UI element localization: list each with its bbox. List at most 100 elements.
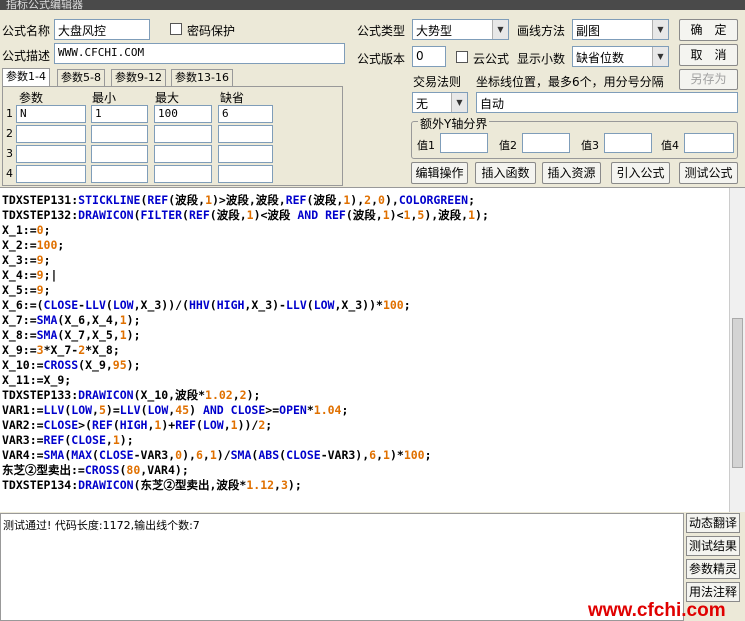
param-header-name: 参数 — [19, 91, 44, 105]
code-token: CLOSE — [71, 433, 106, 447]
usage-notes-button[interactable]: 用法注释 — [686, 582, 740, 602]
draw-select[interactable]: 副图 ▼ — [572, 19, 669, 40]
code-token: ); — [246, 388, 261, 402]
param-max-input[interactable] — [154, 145, 212, 163]
code-token: ),波段, — [424, 208, 469, 222]
param-min-input[interactable]: 1 — [91, 105, 148, 123]
param-name-input[interactable] — [16, 125, 86, 143]
code-token: ,X_3)- — [244, 298, 286, 312]
cancel-button[interactable]: 取 消 — [679, 44, 738, 66]
param-name-input[interactable] — [16, 145, 86, 163]
code-line: VAR2:=CLOSE>(REF(HIGH,1)+REF(LOW,1))/2; — [2, 418, 272, 433]
code-token: REF — [285, 193, 307, 207]
code-token: ( — [209, 298, 217, 312]
params-panel: 参数 最小 最大 缺省 1 N 1 100 6 2 3 4 — [2, 86, 343, 186]
code-token: (X_10,波段* — [133, 388, 206, 402]
param-min-input[interactable] — [91, 145, 148, 163]
code-token: 1.02 — [205, 388, 233, 402]
code-line: X_8:=SMA(X_7,X_5,1); — [2, 328, 141, 343]
name-input[interactable]: 大盘风控 — [54, 19, 150, 40]
test-status-text: 测试通过! 代码长度:1172,输出线个数:7 — [3, 519, 200, 532]
code-token: 东芝②型卖出:= — [2, 463, 85, 477]
param-default-input[interactable] — [218, 145, 273, 163]
test-result-button[interactable]: 测试结果 — [686, 536, 740, 556]
dynamic-translate-button[interactable]: 动态翻译 — [686, 513, 740, 533]
tab-params-5-8[interactable]: 参数5-8 — [57, 69, 105, 87]
edit-button[interactable]: 编辑操作 — [411, 162, 468, 184]
code-token: LOW — [202, 418, 224, 432]
param-max-input[interactable] — [154, 165, 212, 183]
tab-params-9-12[interactable]: 参数9-12 — [111, 69, 166, 87]
code-line: TDXSTEP132:DRAWICON(FILTER(REF(波段,1)<波段 … — [2, 208, 489, 223]
code-token: CLOSE — [230, 403, 266, 417]
code-token: HIGH — [119, 418, 148, 432]
code-token: TDXSTEP131: — [2, 193, 79, 207]
code-token: >( — [78, 418, 93, 432]
y-value2-input[interactable] — [522, 133, 570, 153]
code-token: ( — [306, 298, 314, 312]
code-token: 1 — [246, 208, 254, 222]
param-max-input[interactable] — [154, 125, 212, 143]
password-checkbox[interactable] — [170, 23, 182, 35]
code-token: 1 — [205, 193, 212, 207]
code-token: SMA — [43, 448, 65, 462]
code-token: X_11:=X_9; — [2, 373, 72, 387]
param-default-input[interactable] — [218, 165, 273, 183]
code-token: ,X_3))* — [334, 298, 383, 312]
decimal-select[interactable]: 缺省位数 ▼ — [572, 46, 669, 67]
test-output-panel: 测试通过! 代码长度:1172,输出线个数:7 — [0, 513, 684, 621]
insert-resource-button[interactable]: 插入资源 — [542, 162, 601, 184]
test-formula-button[interactable]: 测试公式 — [679, 162, 738, 184]
code-editor[interactable]: TDXSTEP131:STICKLINE(REF(波段,1)>波段,波段,REF… — [0, 187, 745, 512]
param-default-input[interactable]: 6 — [218, 105, 273, 123]
code-token: 3 — [36, 343, 44, 357]
editor-scrollbar[interactable] — [729, 188, 745, 512]
type-select[interactable]: 大势型 ▼ — [412, 19, 509, 40]
param-max-input[interactable]: 100 — [154, 105, 212, 123]
y-value4-input[interactable] — [684, 133, 734, 153]
param-name-input[interactable] — [16, 165, 86, 183]
version-input[interactable]: 0 — [412, 46, 446, 67]
code-token: 1.04 — [313, 403, 342, 417]
code-token: LLV — [85, 298, 106, 312]
desc-input[interactable]: WWW.CFCHI.COM — [54, 43, 345, 64]
code-token: OPEN — [279, 403, 307, 417]
import-formula-button[interactable]: 引入公式 — [611, 162, 670, 184]
insert-function-button[interactable]: 插入函数 — [475, 162, 536, 184]
version-label: 公式版本 — [357, 52, 406, 66]
chevron-down-icon: ▼ — [652, 47, 668, 66]
code-token: 80 — [126, 463, 141, 477]
code-token: X_1:= — [2, 223, 37, 237]
code-token: (波段, — [345, 208, 383, 222]
tab-params-1-4[interactable]: 参数1-4 — [2, 68, 50, 88]
tab-params-13-16[interactable]: 参数13-16 — [171, 69, 233, 87]
ok-button[interactable]: 确 定 — [679, 19, 738, 41]
code-token: FILTER — [140, 208, 183, 222]
trade-rule-select[interactable]: 无 ▼ — [412, 92, 468, 113]
axis-input[interactable]: 自动 — [476, 92, 738, 113]
code-token: 45 — [175, 403, 190, 417]
code-token: 2 — [239, 388, 247, 402]
param-min-input[interactable] — [91, 125, 148, 143]
code-token: DRAWICON — [78, 388, 134, 402]
code-token: ))/ — [237, 418, 259, 432]
chevron-down-icon: ▼ — [492, 20, 508, 39]
y-value3-input[interactable] — [604, 133, 652, 153]
param-default-input[interactable] — [218, 125, 273, 143]
save-as-button[interactable]: 另存为 — [679, 69, 738, 90]
param-header-max: 最大 — [155, 91, 180, 105]
code-token: CROSS — [84, 463, 120, 477]
name-label: 公式名称 — [2, 24, 51, 38]
code-line: X_1:=0; — [2, 223, 51, 238]
code-token: VAR3:= — [2, 433, 44, 447]
param-name-input[interactable]: N — [16, 105, 86, 123]
scrollbar-thumb[interactable] — [732, 318, 743, 468]
param-min-input[interactable] — [91, 165, 148, 183]
cloud-checkbox[interactable] — [456, 51, 468, 63]
code-token: 100 — [382, 298, 404, 312]
code-line: TDXSTEP133:DRAWICON(X_10,波段*1.02,2); — [2, 388, 260, 403]
code-token: SMA — [230, 448, 252, 462]
y-value1-input[interactable] — [440, 133, 488, 153]
chevron-down-icon: ▼ — [652, 20, 668, 39]
param-wizard-button[interactable]: 参数精灵 — [686, 559, 740, 579]
